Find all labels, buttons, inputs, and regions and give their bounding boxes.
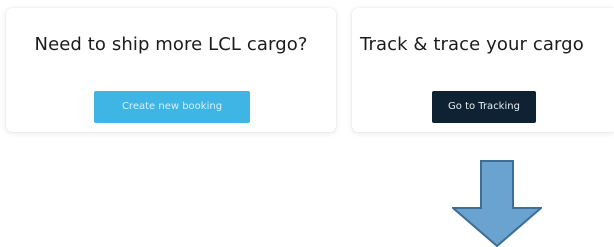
arrow-down-shape bbox=[452, 160, 542, 247]
create-booking-button[interactable]: Create new booking bbox=[94, 91, 250, 123]
ship-cargo-card: Need to ship more LCL cargo? Create new … bbox=[6, 8, 336, 132]
go-to-tracking-button[interactable]: Go to Tracking bbox=[432, 91, 536, 123]
ship-cargo-title: Need to ship more LCL cargo? bbox=[34, 34, 308, 55]
track-cargo-title: Track & trace your cargo bbox=[360, 34, 584, 55]
arrow-down-icon bbox=[452, 160, 542, 247]
track-cargo-card: Track & trace your cargo Go to Tracking bbox=[352, 8, 614, 132]
